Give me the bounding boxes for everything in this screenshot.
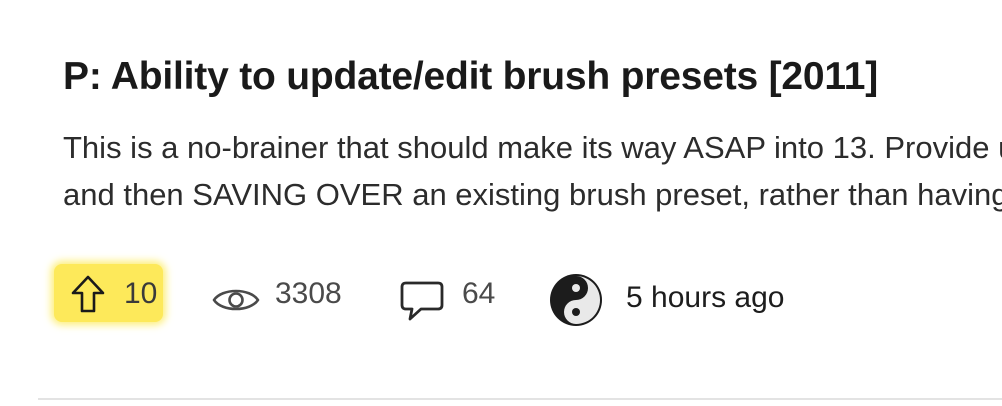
post-card[interactable]: P: Ability to update/edit brush presets … xyxy=(0,0,1002,406)
post-meta-bar: 10 3308 64 5 hours ago xyxy=(0,262,1002,340)
view-count: 3308 xyxy=(275,277,342,310)
upvote-arrow-icon xyxy=(71,275,105,313)
speech-bubble-icon[interactable] xyxy=(399,280,445,322)
posted-time: 5 hours ago xyxy=(626,281,785,314)
eye-icon xyxy=(212,289,260,311)
comment-count: 64 xyxy=(462,277,496,310)
divider xyxy=(38,398,1002,400)
upvote-button[interactable]: 10 xyxy=(54,264,163,322)
yin-yang-avatar[interactable] xyxy=(549,273,603,327)
post-excerpt: This is a no-brainer that should make it… xyxy=(63,124,1002,218)
post-title[interactable]: P: Ability to update/edit brush presets … xyxy=(63,52,878,102)
excerpt-line: This is a no-brainer that should make it… xyxy=(63,130,1002,165)
vote-count: 10 xyxy=(124,277,158,310)
excerpt-line: and then SAVING OVER an existing brush p… xyxy=(63,177,1002,212)
